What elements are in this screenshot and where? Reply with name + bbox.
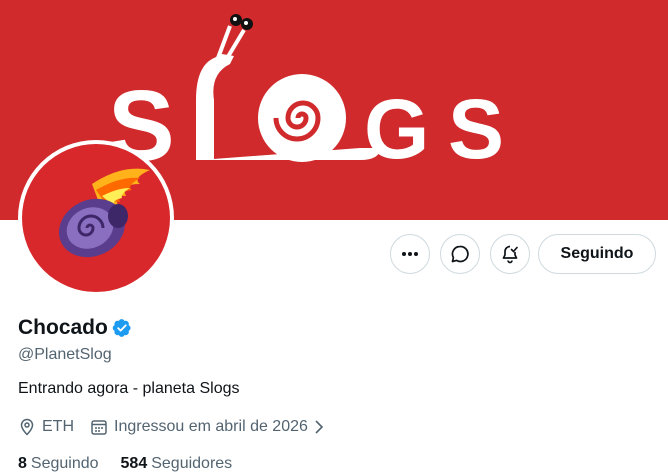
following-button[interactable]: Seguindo (538, 234, 656, 274)
following-count: 8 (18, 455, 27, 472)
bio: Entrando agora - planeta Slogs (18, 380, 240, 397)
joined-item[interactable]: Ingressou em abril de 2026 (90, 418, 332, 436)
notifications-button[interactable] (490, 234, 530, 274)
svg-text:G: G (364, 82, 429, 176)
avatar[interactable] (18, 140, 174, 296)
more-button[interactable] (390, 234, 430, 274)
calendar-icon (91, 420, 107, 435)
followers-stat[interactable]: 584 Seguidores (121, 455, 233, 473)
location-item: ETH (18, 418, 74, 436)
profile-name-row: Chocado (18, 316, 132, 340)
flaming-shell-icon (58, 168, 150, 258)
joined-text: Ingressou em abril de 2026 (114, 418, 308, 435)
followers-count: 584 (120, 455, 148, 472)
handle: @PlanetSlog (18, 346, 112, 363)
verified-badge-icon[interactable] (112, 318, 132, 338)
bell-check-icon (502, 245, 518, 264)
followers-label: Seguidores (151, 455, 233, 472)
chevron-right-icon (315, 420, 324, 434)
location-pin-icon (20, 418, 34, 436)
message-button[interactable] (440, 234, 480, 274)
following-label: Seguindo (30, 455, 99, 472)
profile-meta: ETH Ingressou em abril de 2026 (18, 418, 348, 436)
following-stat[interactable]: 8 Seguindo (18, 455, 99, 473)
location-text: ETH (42, 418, 74, 435)
svg-text:S: S (448, 82, 504, 176)
more-horizontal-icon (402, 252, 418, 256)
display-name: Chocado (18, 316, 108, 339)
message-bubble-icon (451, 245, 469, 263)
follow-stats: 8 Seguindo 584 Seguidores (18, 455, 254, 473)
